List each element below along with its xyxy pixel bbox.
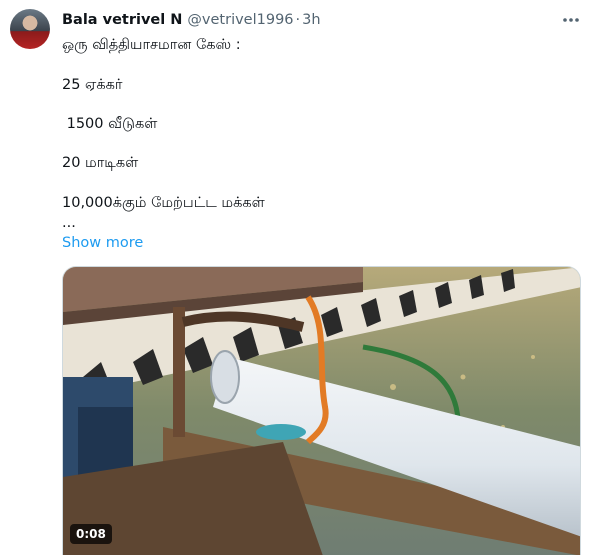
tweet-text-line: 1500 வீடுகள்	[62, 116, 158, 132]
tweet-text-line: 20 மாடிகள்	[62, 155, 139, 171]
tweet-header: Bala vetrivel N @vetrivel1996 · 3h	[62, 10, 321, 30]
show-more-link[interactable]: Show more	[62, 235, 143, 251]
ellipsis-icon	[563, 18, 579, 22]
header-separator: ·	[295, 12, 301, 28]
tweet-card[interactable]: Bala vetrivel N @vetrivel1996 · 3h ஒரு வ…	[0, 0, 600, 555]
avatar[interactable]	[10, 9, 50, 49]
tweet-text-line: 25 ஏக்கர்	[62, 77, 123, 93]
author-name[interactable]: Bala vetrivel N	[62, 12, 182, 28]
tweet-timestamp[interactable]: 3h	[302, 12, 320, 28]
video-player[interactable]	[62, 266, 581, 555]
author-handle[interactable]: @vetrivel1996	[187, 12, 293, 28]
tweet-text-line: ...	[62, 215, 76, 231]
tweet-text-line: ஒரு வித்தியாசமான கேஸ் :	[62, 37, 241, 53]
tweet-text-line: 10,000க்கும் மேற்பட்ட மக்கள்	[62, 195, 265, 211]
more-options-button[interactable]	[562, 12, 580, 28]
video-frame	[63, 267, 580, 555]
video-duration-badge: 0:08	[70, 524, 112, 544]
